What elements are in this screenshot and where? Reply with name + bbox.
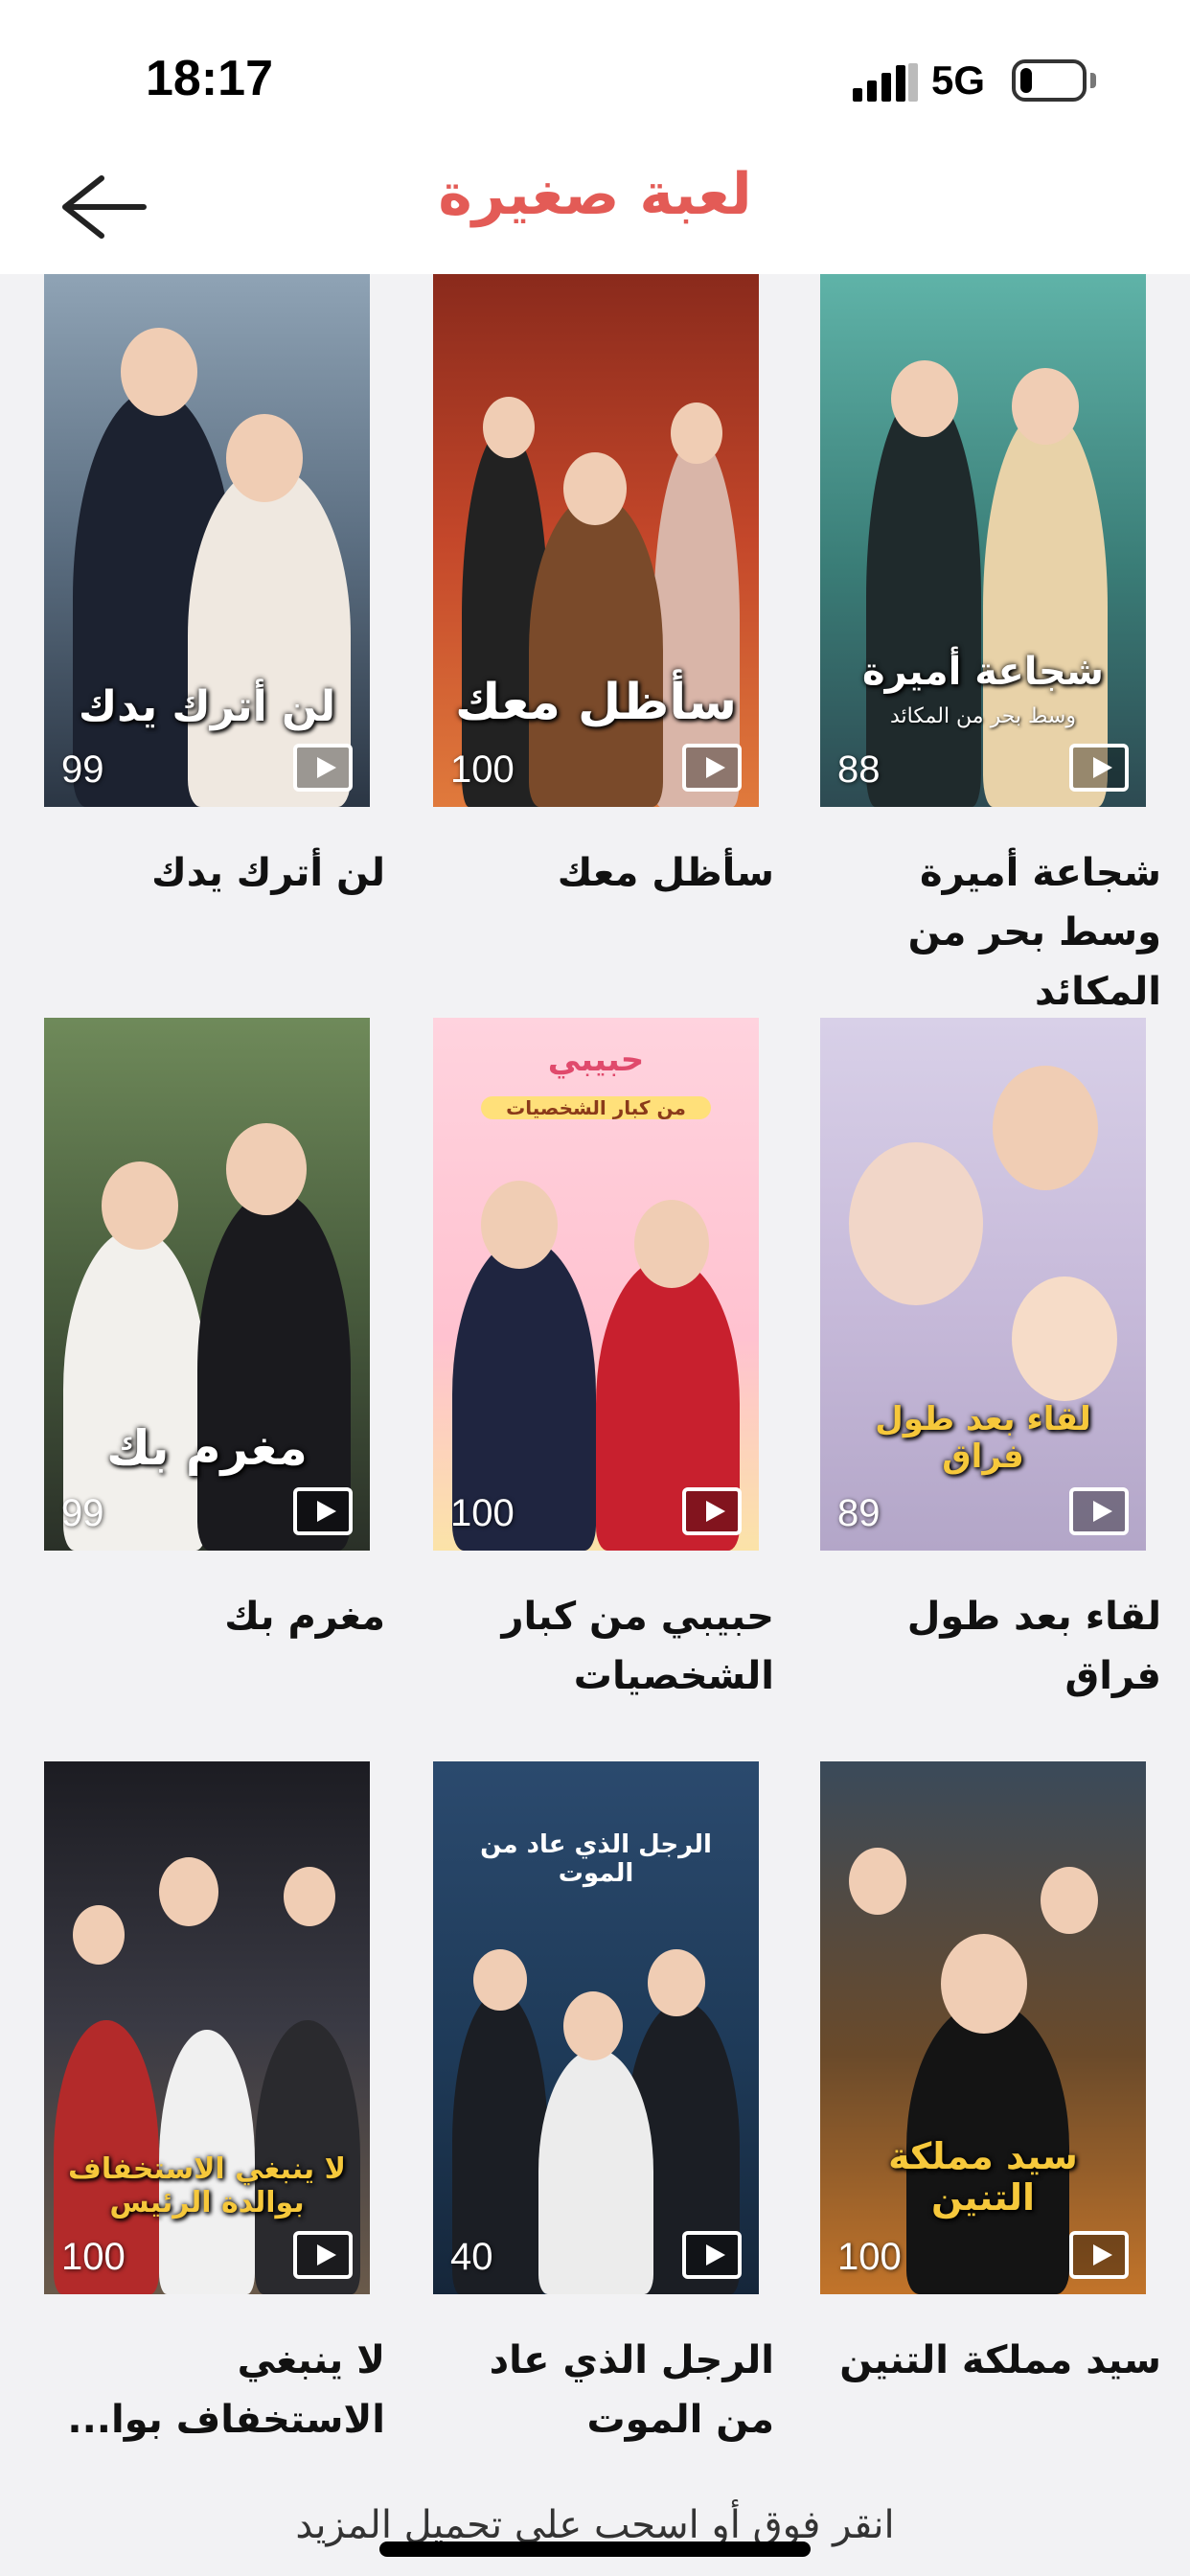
battery-level [1020, 68, 1032, 93]
poster-face [226, 1123, 307, 1215]
poster-face [563, 452, 627, 525]
poster-title: لقاء بعد طول فراق [875, 1399, 1091, 1476]
episode-count: 99 [61, 1492, 104, 1534]
play-icon[interactable] [1069, 744, 1129, 792]
battery-tip [1090, 73, 1096, 88]
drama-poster[interactable]: لقاء بعد طول فراق 89 [820, 1018, 1146, 1551]
episode-count: 100 [450, 748, 515, 791]
poster-face [563, 1991, 623, 2060]
drama-poster[interactable]: لن أترك يدك 99 [44, 274, 370, 807]
drama-poster[interactable]: لا ينبغي الاستخفاف بوالدة الرئيس 100 [44, 1761, 370, 2294]
episode-count: 100 [61, 2236, 126, 2278]
poster-title: شجاعة أميرة [862, 650, 1104, 694]
battery-icon [1012, 59, 1087, 102]
poster-face [993, 1066, 1098, 1190]
play-icon[interactable] [293, 2231, 353, 2279]
poster-title: لن أترك يدك [78, 682, 336, 732]
poster-face [159, 1857, 218, 1926]
poster-title: مغرم بك [106, 1419, 308, 1476]
poster-face [849, 1848, 906, 1915]
nav-bar: لعبة صغيرة [0, 144, 1190, 274]
drama-poster[interactable]: مغرم بك 99 [44, 1018, 370, 1551]
play-icon[interactable] [1069, 1487, 1129, 1535]
poster-face [73, 1905, 125, 1965]
poster-face [891, 360, 958, 437]
drama-title[interactable]: الرجل الذي عاد من الموت [420, 2331, 774, 2450]
poster-title: حبيبي [547, 1041, 645, 1079]
drama-poster[interactable]: سيد مملكة التنين 100 [820, 1761, 1146, 2294]
episode-count: 88 [837, 748, 881, 791]
episode-count: 100 [837, 2236, 902, 2278]
poster-face [671, 402, 722, 464]
episode-count: 100 [450, 1492, 515, 1534]
poster-figure [866, 389, 981, 807]
drama-title[interactable]: لن أترك يدك [31, 843, 385, 903]
poster-face [121, 328, 197, 416]
page-title: لعبة صغيرة [438, 161, 752, 228]
drama-title[interactable]: شجاعة أميرة وسط بحر من المكائد [807, 843, 1161, 1022]
drama-title[interactable]: سيد مملكة التنين [807, 2331, 1161, 2390]
drama-title[interactable]: لقاء بعد طول فراق [807, 1587, 1161, 1706]
play-icon[interactable] [1069, 2231, 1129, 2279]
poster-title: لا ينبغي الاستخفاف بوالدة الرئيس [68, 2152, 346, 2220]
status-bar: 18:17 5G [0, 0, 1190, 144]
drama-poster[interactable]: الرجل الذي عاد من الموت 40 [433, 1761, 759, 2294]
play-icon[interactable] [682, 1487, 742, 1535]
poster-face [481, 1181, 558, 1269]
poster-face [483, 397, 535, 458]
play-icon[interactable] [293, 744, 353, 792]
drama-poster[interactable]: شجاعة أميرة وسط بحر من المكائد 88 [820, 274, 1146, 807]
home-indicator[interactable] [379, 2542, 811, 2557]
poster-subtitle: من كبار الشخصيات [481, 1096, 711, 1119]
poster-face [1012, 1276, 1117, 1401]
poster-title: الرجل الذي عاد من الموت [480, 1830, 712, 1888]
poster-face [473, 1949, 527, 2011]
episode-count: 89 [837, 1492, 881, 1534]
network-type: 5G [931, 58, 986, 103]
drama-poster[interactable]: حبيبي من كبار الشخصيات 100 [433, 1018, 759, 1551]
drama-title[interactable]: حبيبي من كبار الشخصيات [420, 1587, 774, 1706]
signal-icon [853, 63, 918, 102]
poster-face [634, 1200, 709, 1288]
poster-face [1012, 368, 1079, 445]
drama-title[interactable]: مغرم بك [31, 1587, 385, 1646]
poster-figure [538, 2049, 653, 2294]
drama-poster[interactable]: سأظل معك 100 [433, 274, 759, 807]
poster-face [648, 1949, 705, 2016]
status-time: 18:17 [146, 51, 273, 106]
play-icon[interactable] [682, 2231, 742, 2279]
episode-count: 40 [450, 2236, 493, 2278]
arrow-left-icon[interactable] [57, 167, 149, 247]
drama-title[interactable]: سأظل معك [420, 843, 774, 903]
poster-face [1041, 1867, 1098, 1934]
play-icon[interactable] [293, 1487, 353, 1535]
episode-count: 99 [61, 748, 104, 791]
poster-title: سيد مملكة التنين [888, 2134, 1078, 2220]
poster-face [849, 1142, 983, 1305]
poster-face [102, 1162, 178, 1250]
play-icon[interactable] [682, 744, 742, 792]
poster-face [941, 1934, 1027, 2034]
poster-figure [529, 494, 663, 807]
poster-face [284, 1867, 335, 1926]
poster-face [226, 414, 303, 502]
poster-title: سأظل معك [454, 674, 738, 732]
poster-subtitle: وسط بحر من المكائد [890, 704, 1076, 728]
drama-title[interactable]: لا ينبغي الاستخفاف بوا... [31, 2331, 385, 2450]
